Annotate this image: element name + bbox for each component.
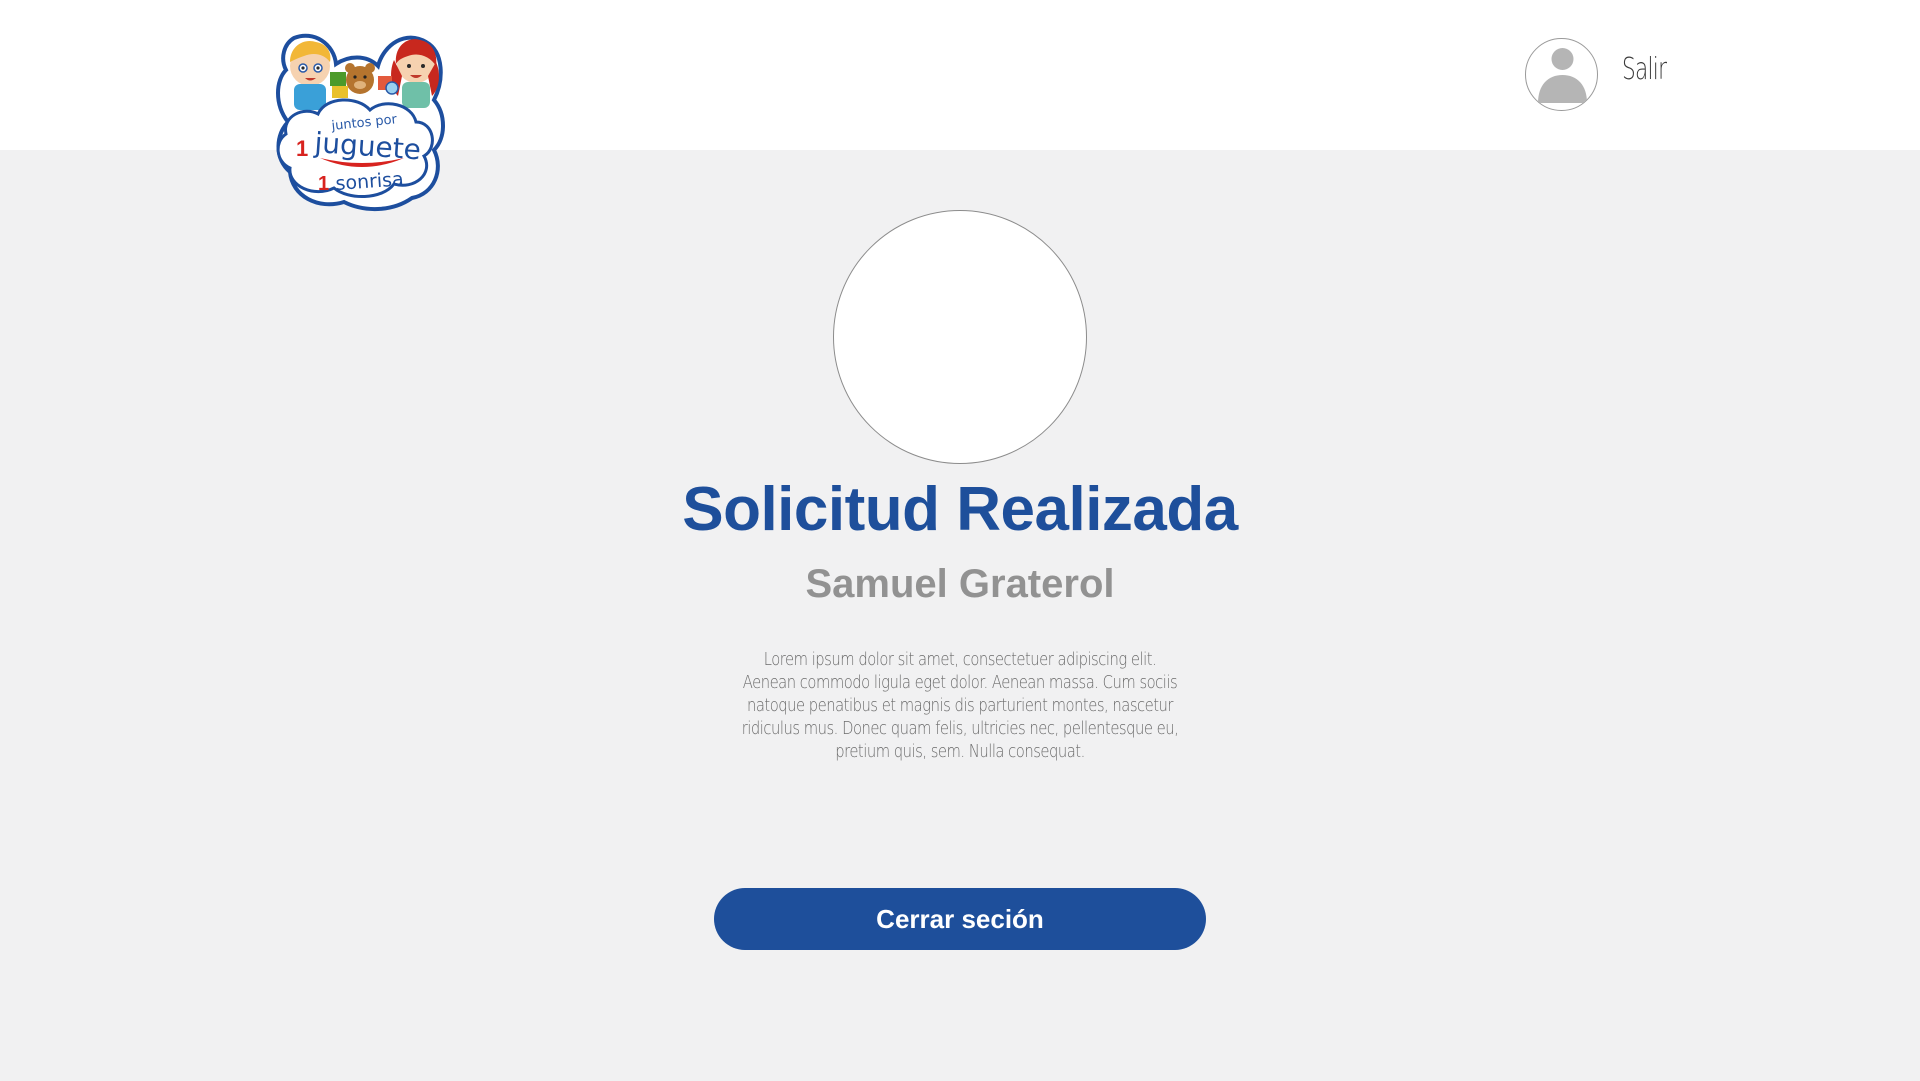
user-avatar[interactable] [1525, 38, 1598, 111]
logo-number-one-bottom: 1 [318, 173, 329, 195]
close-session-button[interactable]: Cerrar seción [714, 888, 1206, 950]
logout-link[interactable]: Salir [1622, 52, 1667, 87]
brand-logo[interactable]: juntos por 1 juguete 1 sonrisa [274, 30, 446, 212]
profile-photo-placeholder [833, 210, 1087, 464]
user-name: Samuel Graterol [805, 562, 1115, 606]
page: juntos por 1 juguete 1 sonrisa Salir Sol… [0, 0, 1920, 1081]
user-silhouette-icon [1538, 48, 1587, 103]
page-title: Solicitud Realizada [682, 475, 1238, 544]
logo-number-one-top: 1 [296, 136, 308, 161]
description-text: Lorem ipsum dolor sit amet, consectetuer… [741, 649, 1179, 762]
